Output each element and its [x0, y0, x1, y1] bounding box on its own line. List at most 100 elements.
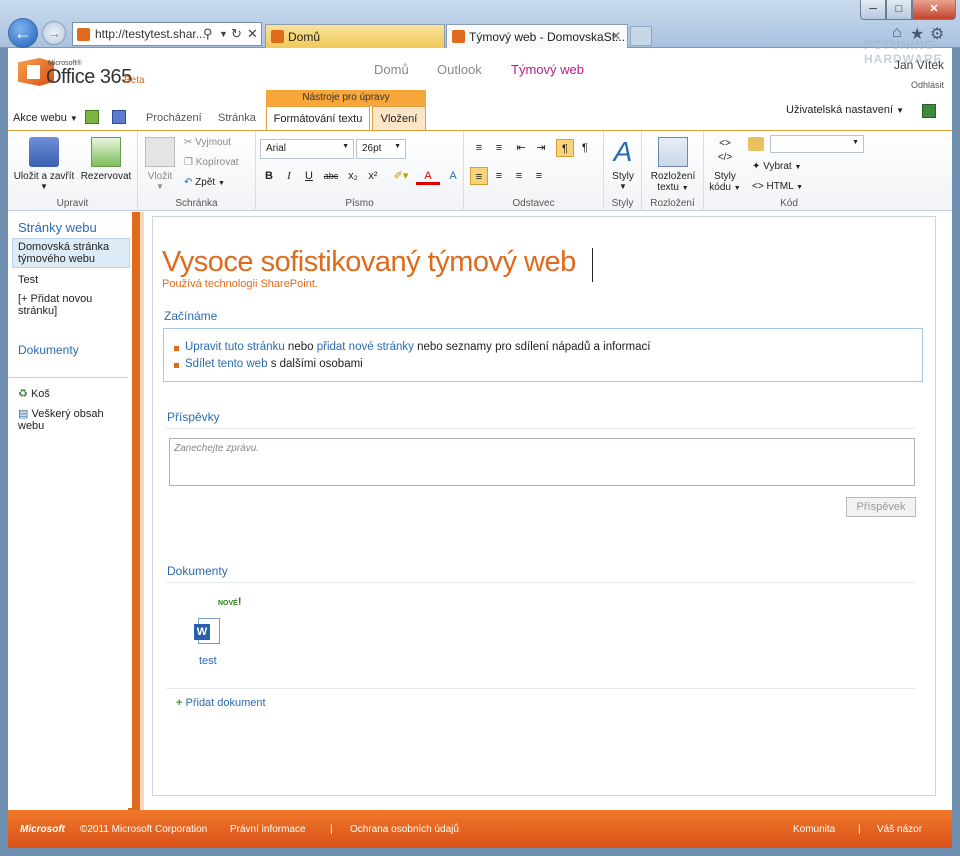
sidebar-item-add-page[interactable]: [+ Přidat novou stránku]	[18, 293, 92, 317]
decrease-indent-icon[interactable]: ⇤	[512, 139, 530, 157]
forward-arrow-icon[interactable]: →	[42, 21, 66, 45]
close-window-button[interactable]: ✕	[912, 0, 956, 20]
font-color-icon[interactable]: A	[416, 167, 440, 185]
minimize-button[interactable]: ─	[860, 0, 886, 20]
search-icon[interactable]: ⚲	[203, 26, 213, 42]
subscript-button[interactable]: x₂	[344, 167, 362, 185]
browser-tab-home[interactable]: Domů	[265, 24, 445, 48]
tab-insert[interactable]: Vložení	[372, 106, 426, 130]
sidebar-heading-pages[interactable]: Stránky webu	[18, 220, 97, 235]
text-layout-button[interactable]: Rozložení textu ▼	[644, 137, 702, 193]
underline-button[interactable]: U	[300, 167, 318, 185]
sidebar-shadow	[140, 212, 144, 812]
highlight-color-icon[interactable]: ✐▾	[388, 167, 414, 185]
paste-button[interactable]: Vložit ▼	[142, 137, 178, 191]
footer-privacy-link[interactable]: Ochrana osobních údajů	[350, 824, 459, 835]
group-label: Schránka	[175, 198, 218, 209]
stop-icon[interactable]: ✕	[247, 26, 258, 42]
align-center-icon[interactable]: ≡	[490, 167, 508, 185]
refresh-icon[interactable]: ↻	[231, 26, 242, 42]
font-size-select[interactable]: 26pt ▼	[356, 139, 406, 159]
save-page-icon[interactable]	[112, 110, 126, 124]
document-link[interactable]: test	[199, 655, 217, 667]
edit-page-link[interactable]: Upravit tuto stránku	[185, 341, 285, 353]
share-site-link[interactable]: Sdílet tento web	[185, 358, 267, 370]
sidebar-item-test[interactable]: Test	[18, 274, 38, 286]
context-group-label: Nástroje pro úpravy	[266, 90, 426, 106]
add-pages-link[interactable]: přidat nové stránky	[317, 341, 414, 353]
edit-page-icon[interactable]	[85, 110, 99, 124]
increase-indent-icon[interactable]: ⇥	[532, 139, 550, 157]
site-actions-menu[interactable]: Akce webu ▼	[13, 112, 78, 124]
footer-microsoft-logo: Microsoft	[20, 824, 65, 835]
add-document-button[interactable]: + Přidat dokument	[176, 697, 266, 709]
tab-format-text[interactable]: Formátování textu	[266, 106, 370, 130]
html-button[interactable]: <> HTML ▼	[752, 181, 803, 192]
user-settings-menu[interactable]: Uživatelská nastavení ▼	[786, 104, 904, 116]
all-content-icon: ▤	[18, 408, 29, 420]
group-label: Rozložení	[650, 198, 695, 209]
page-title[interactable]: Vysoce sofistikovaný týmový web	[162, 246, 576, 279]
address-bar[interactable]: http://testytest.shar... ⚲ ▼ ↻ ✕	[72, 22, 262, 46]
code-styles-button[interactable]: <> </> Styly kódu ▼	[706, 137, 744, 193]
undo-button[interactable]: ↶ Zpět ▼	[184, 177, 225, 188]
bold-button[interactable]: B	[260, 167, 278, 185]
checkout-button[interactable]: Rezervovat	[78, 137, 134, 182]
save-close-button[interactable]: Uložit a zavřít ▼	[12, 137, 76, 191]
nav-team-site[interactable]: Týmový web	[511, 62, 584, 77]
browser-chrome: ← → http://testytest.shar... ⚲ ▼ ↻ ✕ Dom…	[0, 0, 960, 48]
tab-browse[interactable]: Procházení	[146, 112, 202, 124]
user-name[interactable]: Jan Vítek	[894, 58, 944, 72]
nav-outlook[interactable]: Outlook	[437, 62, 482, 77]
export-icon[interactable]	[922, 104, 936, 118]
footer-legal-link[interactable]: Právní informace	[230, 824, 306, 835]
footer-copyright: ©2011 Microsoft Corporation	[80, 824, 208, 835]
sidebar-item-all-content[interactable]: ▤ Veškerý obsah webu	[18, 408, 104, 432]
maximize-button[interactable]: □	[886, 0, 912, 20]
undo-icon: ↶	[184, 177, 193, 188]
clear-format-icon[interactable]: A	[444, 167, 462, 185]
page-subtitle: Používá technologii SharePoint.	[162, 278, 318, 290]
justify-icon[interactable]: ≡	[530, 167, 548, 185]
sidebar-item-recycle[interactable]: ♻ Koš	[18, 388, 50, 400]
ribbon-group-edit: Uložit a zavřít ▼ Rezervovat Upravit	[8, 131, 138, 211]
sidebar-heading-docs[interactable]: Dokumenty	[18, 343, 79, 357]
group-label: Kód	[780, 198, 798, 209]
nav-home[interactable]: Domů	[374, 62, 409, 77]
close-tab-icon[interactable]: ✕	[611, 29, 621, 43]
divider	[166, 428, 916, 429]
styles-button[interactable]: A Styly ▼	[606, 137, 640, 192]
cut-button[interactable]: ✂ Vyjmout	[184, 137, 231, 148]
footer-feedback-link[interactable]: Váš názor	[877, 824, 922, 835]
back-arrow-icon[interactable]: ←	[8, 18, 38, 48]
copy-icon: ❐	[184, 157, 193, 168]
footer-community-link[interactable]: Komunita	[793, 824, 835, 835]
signout-link[interactable]: Odhlásit	[911, 80, 944, 90]
markup-style-select[interactable]: ▼	[770, 135, 864, 153]
tab-page[interactable]: Stránka	[218, 112, 256, 124]
markup-icon[interactable]	[748, 137, 764, 151]
superscript-button[interactable]: x²	[364, 167, 382, 185]
italic-button[interactable]: I	[280, 167, 298, 185]
copy-button[interactable]: ❐ Kopírovat	[184, 157, 239, 168]
numbering-icon[interactable]: ≡	[490, 139, 508, 157]
posts-heading: Příspěvky	[167, 410, 220, 424]
tab-favicon	[271, 30, 284, 43]
footer-separator: |	[858, 824, 861, 835]
dropdown-arrow-icon[interactable]: ▼	[219, 29, 228, 39]
layout-icon	[658, 137, 688, 167]
font-family-select[interactable]: Arial ▼	[260, 139, 354, 159]
rtl-icon[interactable]: ¶	[576, 139, 594, 157]
word-document-icon[interactable]: W	[194, 616, 224, 646]
align-right-icon[interactable]: ≡	[510, 167, 528, 185]
post-button[interactable]: Příspěvek	[846, 497, 916, 517]
bullets-icon[interactable]: ≡	[470, 139, 488, 157]
browser-tab-team-site[interactable]: Týmový web - DomovskaSt... ✕	[446, 24, 628, 48]
message-input[interactable]: Zanechejte zprávu.	[169, 438, 915, 486]
ltr-icon[interactable]: ¶	[556, 139, 574, 157]
select-button[interactable]: ✦ Vybrat ▼	[752, 161, 801, 172]
strikethrough-button[interactable]: abc	[320, 167, 342, 185]
list-item: Sdílet tento web s dalšími osobami	[185, 358, 363, 370]
new-tab-button[interactable]	[630, 26, 652, 46]
align-left-icon[interactable]: ≡	[470, 167, 488, 185]
